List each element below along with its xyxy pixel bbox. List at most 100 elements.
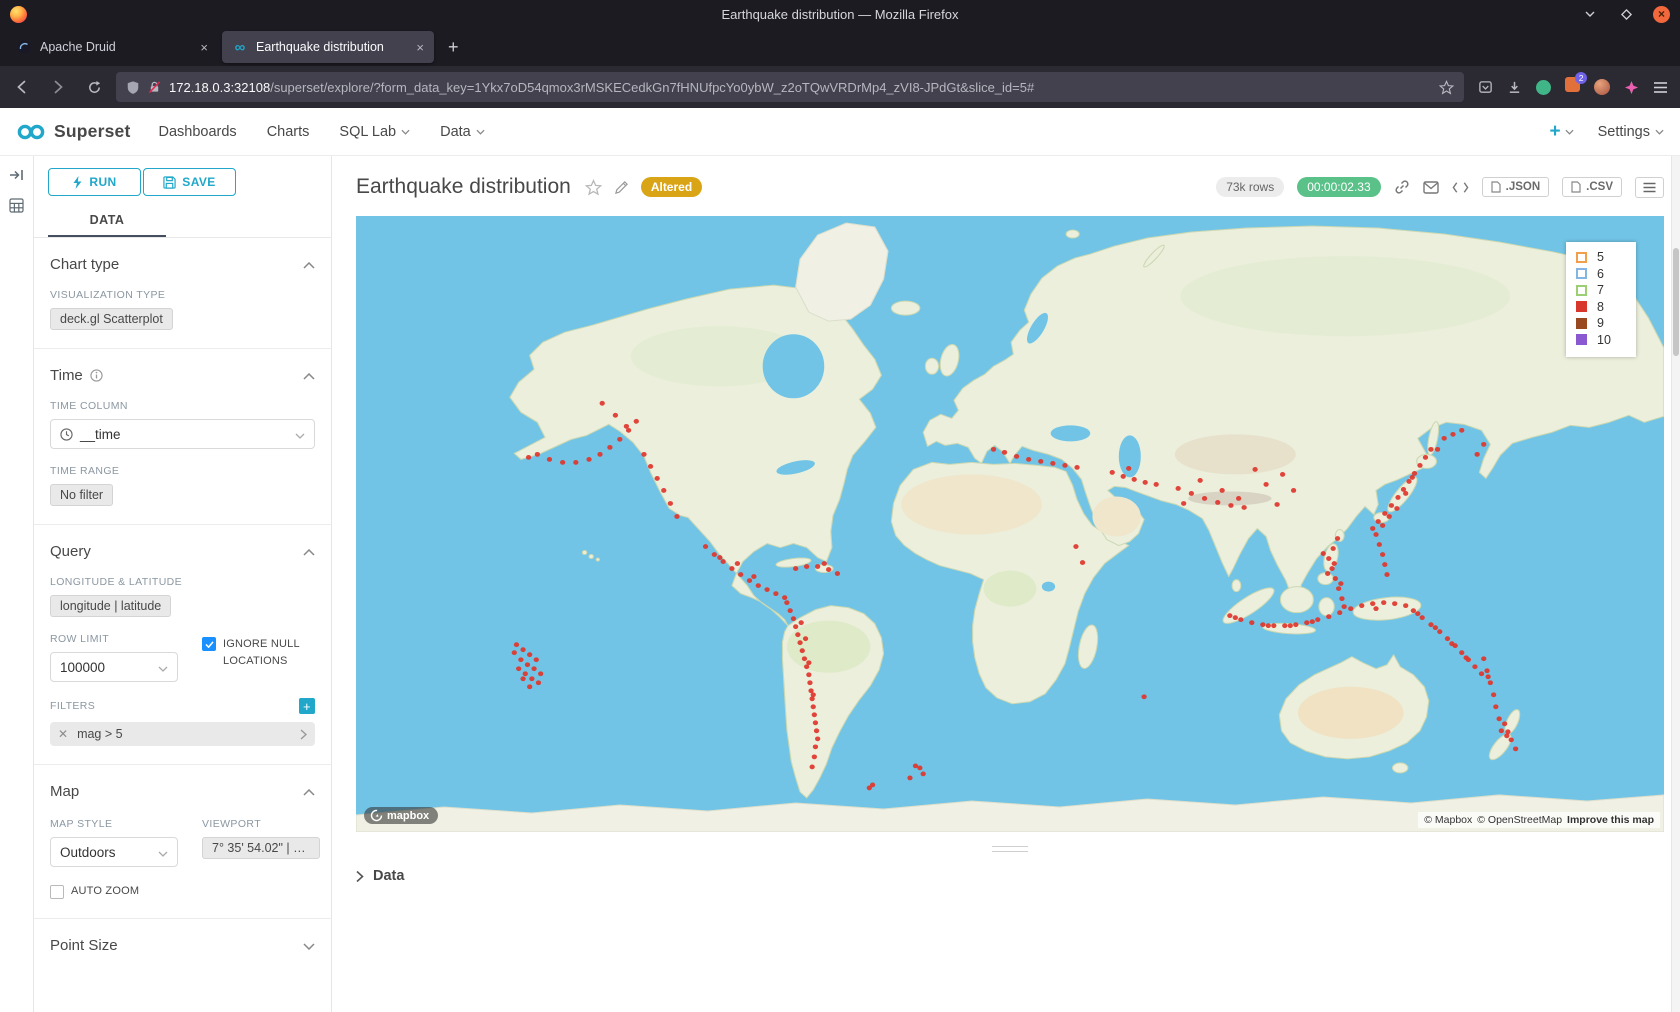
window-title: Earthquake distribution — Mozilla Firefo… [0, 7, 1680, 22]
downloads-icon[interactable] [1507, 80, 1522, 95]
chart-menu-button[interactable] [1635, 177, 1664, 198]
time-column-select[interactable]: __time [50, 419, 315, 449]
chevron-right-icon[interactable] [300, 729, 307, 740]
world-map [356, 216, 1664, 832]
chart-panel: Earthquake distribution Altered 73k rows… [332, 156, 1680, 1012]
legend-swatch [1576, 334, 1587, 345]
attribution-mapbox[interactable]: © Mapbox [1424, 814, 1472, 826]
expand-panel-icon[interactable] [9, 168, 25, 182]
browser-tab[interactable]: ∞Earthquake distribution× [222, 31, 434, 63]
account-avatar[interactable] [1594, 79, 1610, 95]
new-item-button[interactable]: + [1549, 121, 1573, 143]
viewport-value[interactable]: 7° 35' 54.02" | 31… [202, 837, 320, 859]
map-attribution: © Mapbox © OpenStreetMap Improve this ma… [1418, 812, 1660, 828]
legend-label: 10 [1597, 333, 1611, 347]
email-icon[interactable] [1423, 181, 1439, 194]
chevron-down-icon[interactable] [303, 937, 315, 954]
ignore-null-checkbox[interactable]: IGNORE NULL LOCATIONS [202, 636, 315, 669]
auto-zoom-checkbox[interactable]: AUTO ZOOM [50, 883, 315, 900]
file-icon [1491, 181, 1501, 193]
chevron-down-icon [476, 129, 485, 135]
export-json-button[interactable]: .JSON [1482, 177, 1550, 197]
legend-label: 5 [1597, 250, 1604, 264]
url-bar[interactable]: 172.18.0.3:32108/superset/explore/?form_… [116, 72, 1464, 102]
share-link-icon[interactable] [1394, 179, 1410, 195]
forward-icon[interactable] [44, 73, 72, 101]
close-tab-icon[interactable]: × [414, 40, 426, 55]
time-range-value[interactable]: No filter [50, 484, 113, 506]
hamburger-icon [1643, 182, 1656, 193]
settings-menu[interactable]: Settings [1598, 124, 1664, 140]
legend-item: 10 [1576, 332, 1624, 349]
attribution-osm[interactable]: © OpenStreetMap [1477, 814, 1562, 826]
map-style-select[interactable]: Outdoors [50, 837, 178, 867]
section-query: Query LONGITUDE & LATITUDE longitude | l… [34, 525, 331, 765]
checkbox-empty-icon[interactable] [50, 885, 64, 899]
deckgl-map[interactable]: 5678910 mapbox © Mapbox © OpenStreetMap … [356, 216, 1664, 832]
page-scrollbar[interactable] [1671, 156, 1680, 1012]
new-tab-icon[interactable]: + [438, 35, 469, 60]
save-button[interactable]: SAVE [143, 168, 236, 196]
chevron-down-icon [1655, 129, 1664, 135]
maximize-icon[interactable] [1617, 5, 1635, 23]
legend-label: 8 [1597, 300, 1604, 314]
favorite-star-icon[interactable] [585, 179, 602, 196]
row-limit-label: ROW LIMIT [50, 633, 178, 645]
legend-label: 9 [1597, 316, 1604, 330]
close-window-icon[interactable]: × [1653, 6, 1670, 23]
filter-value: mag > 5 [77, 727, 291, 741]
browser-tab[interactable]: Apache Druid× [6, 31, 218, 63]
superset-logo[interactable]: Superset [16, 121, 131, 142]
insecure-lock-icon[interactable] [148, 80, 161, 94]
chevron-up-icon[interactable] [303, 783, 315, 800]
back-icon[interactable] [8, 73, 36, 101]
auto-zoom-label: AUTO ZOOM [71, 883, 139, 900]
altered-badge[interactable]: Altered [641, 177, 702, 197]
data-section-toggle[interactable]: Data [356, 868, 1664, 884]
dataset-grid-icon[interactable] [9, 198, 24, 213]
remove-filter-icon[interactable]: ✕ [58, 727, 68, 741]
extension-orange-icon[interactable]: 2 [1565, 77, 1580, 97]
mapbox-logo[interactable]: mapbox [364, 807, 438, 824]
mapbox-icon [370, 809, 383, 822]
info-icon[interactable] [90, 369, 103, 382]
data-section-label: Data [373, 868, 404, 884]
resize-drag-handle[interactable] [992, 846, 1028, 852]
checkbox-checked-icon[interactable] [202, 637, 216, 651]
nav-item-sql-lab[interactable]: SQL Lab [339, 124, 410, 140]
save-to-pocket-icon[interactable] [1478, 80, 1493, 95]
chevron-up-icon[interactable] [303, 256, 315, 273]
section-chart-type: Chart type VISUALIZATION TYPE deck.gl Sc… [34, 238, 331, 349]
tab-data[interactable]: DATA [48, 206, 166, 237]
edit-pencil-icon[interactable] [614, 180, 629, 195]
export-csv-button[interactable]: .CSV [1562, 177, 1622, 197]
chevron-up-icon[interactable] [303, 543, 315, 560]
row-limit-select[interactable]: 100000 [50, 652, 178, 682]
bookmark-star-icon[interactable] [1439, 80, 1454, 95]
chevron-up-icon[interactable] [303, 367, 315, 384]
close-tab-icon[interactable]: × [198, 40, 210, 55]
nav-item-charts[interactable]: Charts [267, 124, 310, 140]
attribution-improve-link[interactable]: Improve this map [1567, 814, 1654, 826]
legend-item: 9 [1576, 315, 1624, 332]
extension-pink-icon[interactable] [1624, 80, 1639, 95]
viz-type-value[interactable]: deck.gl Scatterplot [50, 308, 173, 330]
scrollbar-thumb[interactable] [1673, 248, 1679, 356]
run-button[interactable]: RUN [48, 168, 141, 196]
nav-item-dashboards[interactable]: Dashboards [159, 124, 237, 140]
nav-item-data[interactable]: Data [440, 124, 485, 140]
embed-code-icon[interactable] [1452, 181, 1469, 194]
section-title: Query [50, 543, 91, 560]
row-count-badge: 73k rows [1216, 177, 1284, 197]
minimize-icon[interactable] [1581, 5, 1599, 23]
browser-tabbar: Apache Druid×∞Earthquake distribution× + [0, 28, 1680, 66]
menu-hamburger-icon[interactable] [1653, 81, 1668, 94]
extension-green-icon[interactable] [1536, 80, 1551, 95]
tracking-shield-icon[interactable] [126, 80, 140, 95]
reload-icon[interactable] [80, 73, 108, 101]
lonlat-value[interactable]: longitude | latitude [50, 595, 171, 617]
add-filter-button[interactable]: + [299, 698, 315, 714]
filter-pill[interactable]: ✕ mag > 5 [50, 722, 315, 746]
url-text[interactable]: 172.18.0.3:32108/superset/explore/?form_… [169, 80, 1431, 95]
section-map: Map MAP STYLE Outdoors VIEWPORT [34, 765, 331, 919]
